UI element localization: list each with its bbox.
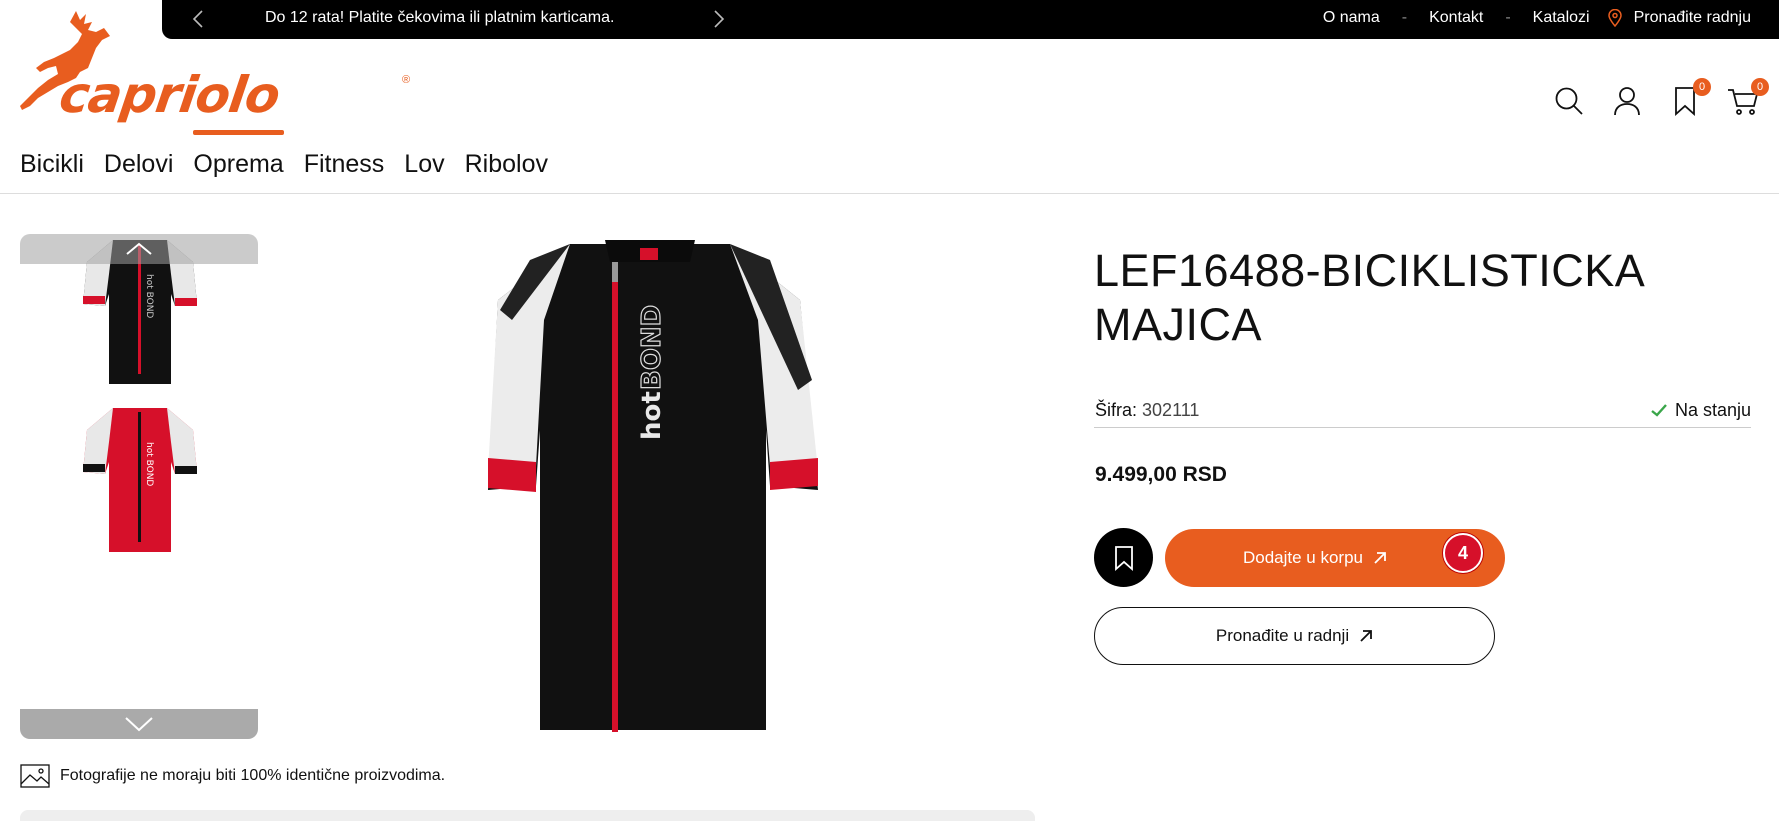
cart-icon[interactable]: 0 (1727, 78, 1769, 118)
separator: - (1401, 9, 1408, 26)
sku: Šifra: 302111 (1095, 400, 1199, 421)
logo-wordmark: capriolo (55, 66, 283, 124)
capriolo-logo[interactable]: capriolo ® (18, 8, 418, 124)
stock-text: Na stanju (1674, 400, 1751, 420)
main-nav: Bicikli Delovi Oprema Fitness Lov Ribolo… (20, 130, 548, 179)
main-product-image[interactable]: hot BOND (440, 230, 860, 740)
thumbnail-gallery: hot BOND hot BOND (20, 234, 258, 739)
add-to-cart-label: Dodajte u korpu (1242, 548, 1364, 567)
product-title-line2: MAJICA (1094, 299, 1263, 350)
stock-status: Na stanju (1651, 400, 1751, 421)
jersey-print-hot: hot (637, 391, 667, 440)
link-kontakt[interactable]: Kontakt (1429, 9, 1483, 27)
product-title: LEF16488-BICIKLISTICKA MAJICA (1094, 244, 1694, 352)
arrow-up-right-icon (1374, 552, 1386, 564)
nav-oprema[interactable]: Oprema (193, 130, 285, 179)
svg-text:hot BOND: hot BOND (144, 274, 154, 318)
svg-text:hot BOND: hot BOND (144, 442, 154, 486)
nav-ribolov[interactable]: Ribolov (465, 150, 548, 179)
link-katalozi[interactable]: Katalozi (1533, 9, 1590, 27)
thumbnails-down-button[interactable] (20, 709, 258, 739)
wishlist-bookmark-icon[interactable]: 0 (1669, 78, 1711, 118)
quantity-badge: 4 (1443, 533, 1483, 573)
link-find-store[interactable]: Pronađite radnju (1634, 9, 1751, 27)
header-divider (0, 193, 1779, 194)
user-account-icon[interactable] (1611, 84, 1643, 118)
nav-bicikli[interactable]: Bicikli (20, 150, 84, 179)
promo-next-arrow[interactable] (707, 7, 731, 31)
link-o-nama[interactable]: O nama (1323, 9, 1380, 27)
photo-disclaimer: Fotografije ne moraju biti 100% identičn… (20, 764, 445, 788)
price: 9.499,00 RSD (1095, 463, 1227, 486)
sku-label: Šifra: (1095, 400, 1138, 420)
jersey-print-bond: BOND (637, 305, 667, 390)
bookmark-icon (1114, 545, 1133, 571)
description-panel-edge (20, 810, 1035, 821)
logo-registered-mark: ® (402, 74, 411, 86)
nav-lov[interactable]: Lov (404, 150, 444, 179)
header-actions: 0 0 (1553, 78, 1769, 118)
sku-value: 302111 (1142, 400, 1200, 420)
info-divider (1094, 427, 1751, 428)
search-icon[interactable] (1553, 84, 1585, 118)
nav-fitness[interactable]: Fitness (304, 150, 385, 179)
disclaimer-text: Fotografije ne moraju biti 100% identičn… (60, 767, 446, 784)
image-icon (20, 764, 50, 788)
nav-delovi[interactable]: Delovi (104, 150, 173, 179)
check-icon (1651, 404, 1667, 417)
product-title-line1: LEF16488-BICIKLISTICKA (1094, 245, 1646, 296)
find-in-store-button[interactable]: Pronađite u radnji (1094, 607, 1495, 665)
separator: - (1505, 9, 1511, 26)
location-pin-icon (1607, 9, 1622, 27)
arrow-up-right-icon (1360, 630, 1373, 642)
top-links: O nama - Kontakt - Katalozi Pronađite ra… (1323, 9, 1751, 27)
find-in-store-label: Pronađite u radnji (1215, 626, 1350, 645)
thumbnail-red-jersey[interactable]: hot BOND (75, 402, 205, 562)
cart-count-badge: 0 (1751, 78, 1769, 96)
add-to-wishlist-button[interactable] (1094, 528, 1153, 587)
wishlist-count-badge: 0 (1693, 78, 1711, 96)
thumbnails-up-button[interactable] (20, 234, 258, 264)
